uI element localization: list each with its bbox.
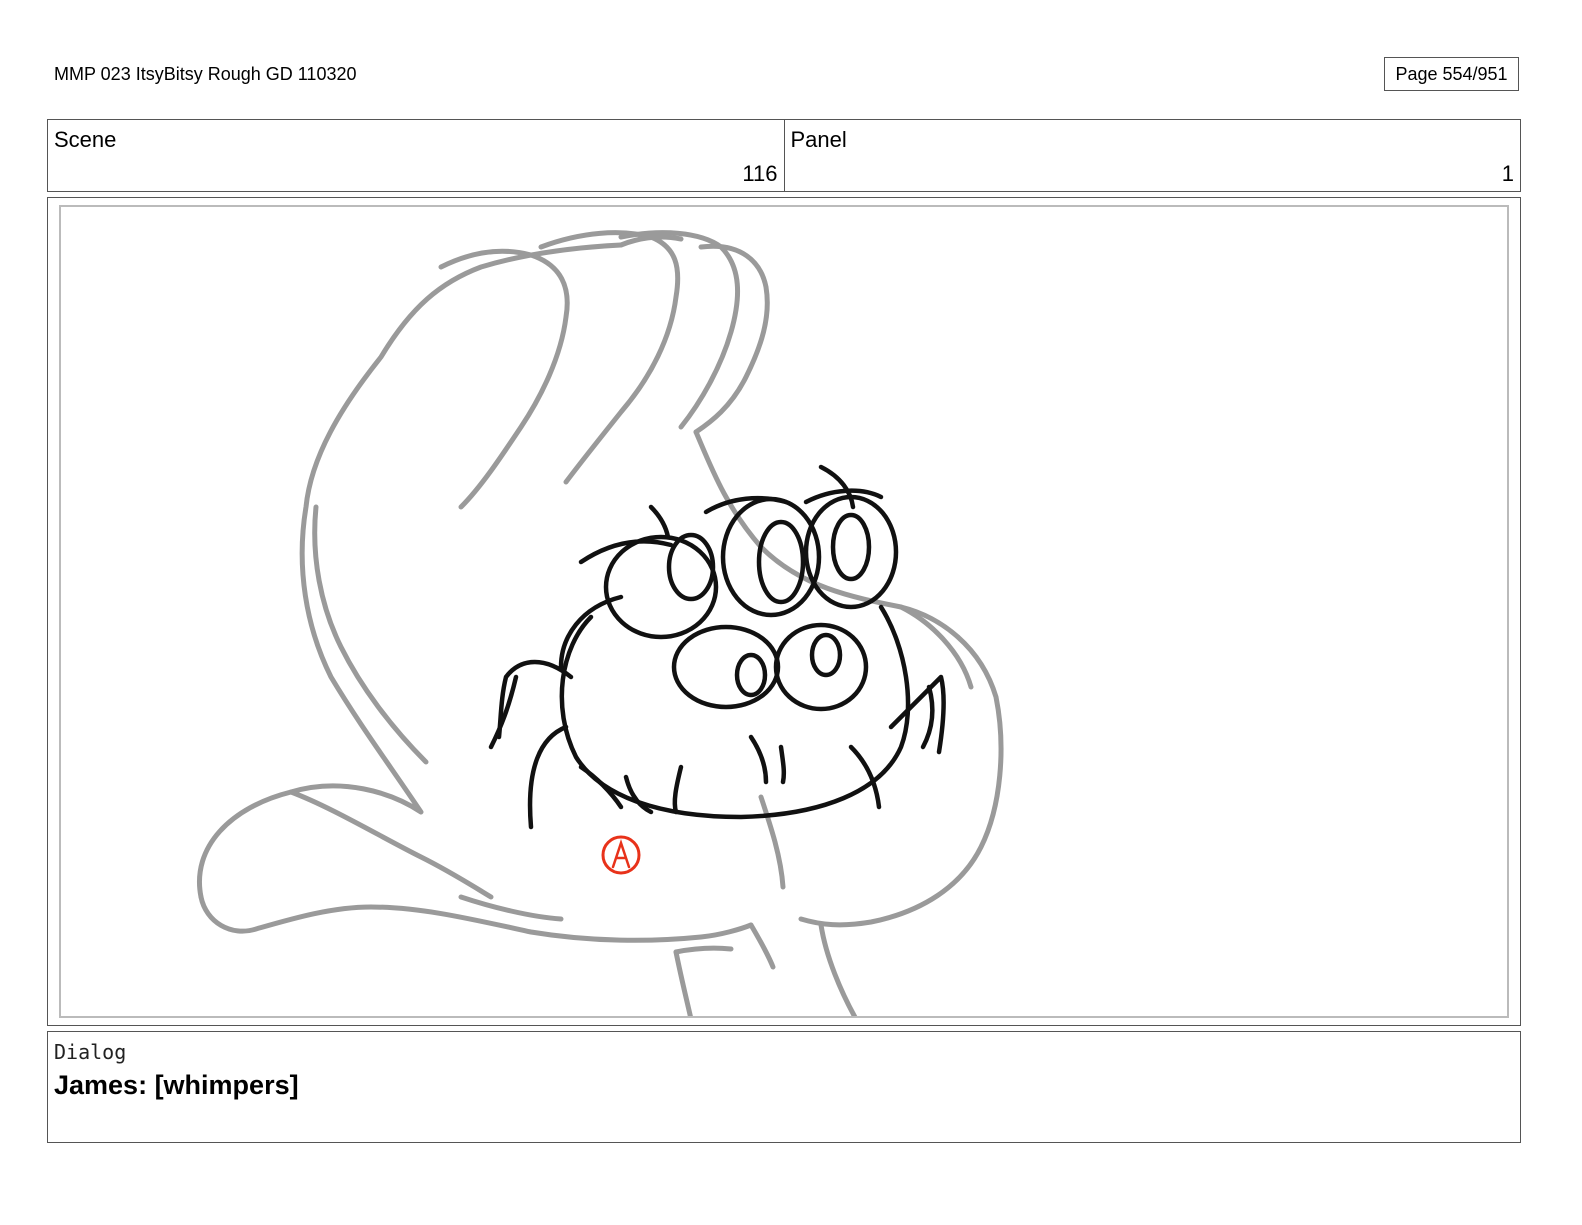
scene-panel-header: Scene 116 Panel 1	[47, 119, 1521, 192]
hand-sketch	[197, 230, 1004, 1016]
storyboard-drawing-area	[59, 205, 1509, 1018]
storyboard-drawing	[197, 230, 1004, 1016]
panel-label: Panel	[790, 127, 847, 152]
marker-a-icon	[601, 835, 641, 875]
scene-cell: Scene 116	[48, 120, 784, 191]
storyboard-frame	[47, 197, 1521, 1026]
panel-cell: Panel 1	[783, 120, 1521, 191]
spider-sketch	[488, 464, 946, 830]
dialog-section: Dialog James: [whimpers]	[47, 1031, 1521, 1143]
dialog-label: Dialog	[54, 1040, 127, 1064]
scene-label: Scene	[54, 127, 117, 152]
scene-number: 116	[742, 161, 778, 186]
page-number-text: Page 554/951	[1395, 63, 1508, 84]
document-title: MMP 023 ItsyBitsy Rough GD 110320	[54, 64, 357, 84]
dialog-text: James: [whimpers]	[54, 1070, 299, 1100]
page-indicator: Page 554/951	[1384, 57, 1519, 91]
panel-number: 1	[1501, 161, 1514, 186]
